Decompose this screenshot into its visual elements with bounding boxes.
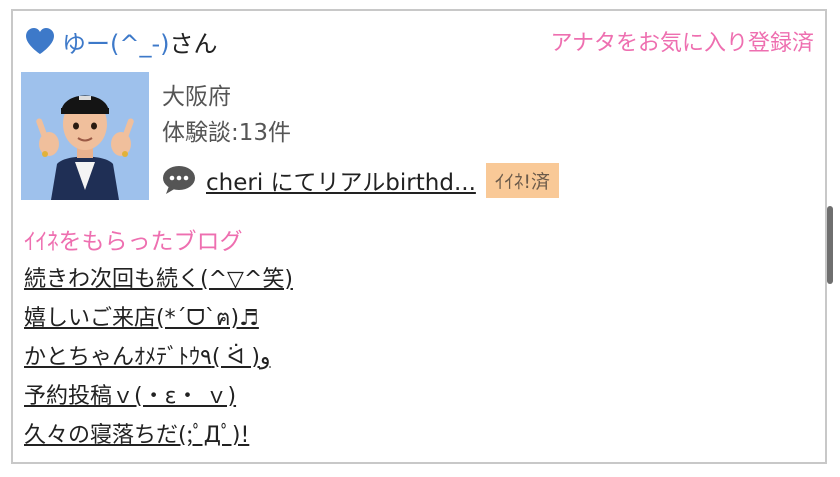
favorite-status: アナタをお気に入り登録済 bbox=[550, 31, 814, 56]
avatar-image bbox=[21, 72, 149, 200]
blog-link[interactable]: 久々の寝落ちだ(;ﾟДﾟ)! bbox=[24, 421, 293, 460]
blog-link[interactable]: 続きわ次回も続く(^▽^笑) bbox=[24, 265, 293, 304]
heart-icon bbox=[26, 28, 54, 54]
scrollbar-thumb[interactable] bbox=[827, 206, 833, 284]
region: 大阪府 bbox=[162, 84, 231, 110]
like-badge: ｲｲﾈ!済 bbox=[485, 162, 559, 198]
review-title-link[interactable]: cheri にてリアルbirthd... bbox=[206, 163, 476, 197]
latest-review: cheri にてリアルbirthd... ｲｲﾈ!済 bbox=[162, 162, 559, 198]
review-count: 体験談:13件 bbox=[162, 120, 292, 146]
chat-bubble-icon bbox=[163, 166, 195, 194]
blog-link[interactable]: 嬉しいご来店(*´ᗜ`ฅ)♬ bbox=[24, 304, 293, 343]
blog-link[interactable]: かとちゃんｵﾒﾃﾞﾄｳ٩( ᐛ )و bbox=[24, 343, 293, 382]
user-name-suffix: さん bbox=[169, 29, 218, 58]
avatar[interactable] bbox=[21, 72, 149, 200]
user-header: ゆー(^_-) さん bbox=[24, 24, 218, 59]
liked-blog-list: 続きわ次回も続く(^▽^笑) 嬉しいご来店(*´ᗜ`ฅ)♬ かとちゃんｵﾒﾃﾞﾄ… bbox=[24, 265, 293, 460]
blog-link[interactable]: 予約投稿ｖ(・ε・ ｖ) bbox=[24, 382, 293, 421]
user-name-link[interactable]: ゆー(^_-) bbox=[62, 24, 170, 59]
liked-blogs-title: ｲｲﾈをもらったブログ bbox=[24, 229, 243, 255]
user-card: ゆー(^_-) さん アナタをお気に入り登録済 大阪府 体験談:13件 cher… bbox=[11, 9, 827, 464]
